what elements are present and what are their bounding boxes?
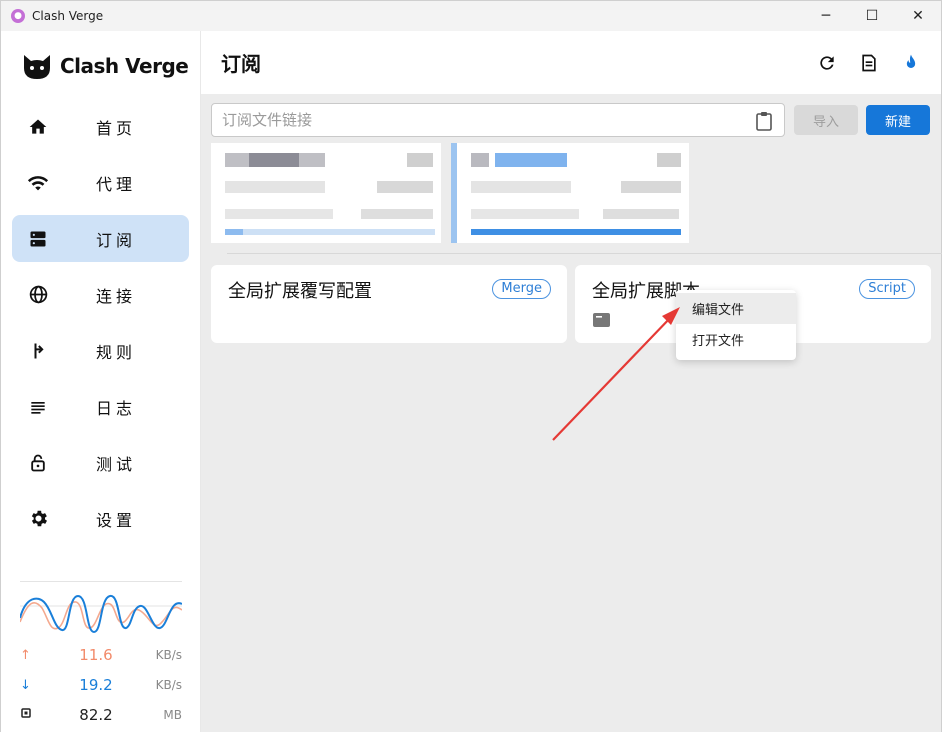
traffic-graph <box>19 594 183 634</box>
app-icon: ● <box>11 9 25 23</box>
fire-icon[interactable] <box>899 51 923 75</box>
sidebar-item-label: 连接 <box>96 286 137 306</box>
header-actions <box>815 51 923 75</box>
memory-row: 82.2 MB <box>20 700 182 730</box>
sidebar-item-label: 规则 <box>96 342 137 362</box>
lock-open-icon <box>26 451 50 475</box>
sidebar-item-proxy[interactable]: 代理 <box>12 159 189 206</box>
download-speed: 19.2 <box>79 676 113 694</box>
document-icon[interactable] <box>857 51 881 75</box>
menu-item-open-file[interactable]: 打开文件 <box>676 324 796 355</box>
section-divider <box>227 253 942 254</box>
minimize-button[interactable]: ─ <box>803 1 849 32</box>
sidebar-item-test[interactable]: 测试 <box>12 439 189 486</box>
upload-unit: KB/s <box>155 648 182 662</box>
sidebar-item-label: 测试 <box>96 454 137 474</box>
sidebar-item-label: 订阅 <box>96 230 137 250</box>
sidebar-item-label: 首页 <box>96 118 137 138</box>
sidebar: Clash Verge 首页 代理 订阅 连接 规则 日志 测试 设置 ↑ 11… <box>0 31 201 732</box>
merge-badge: Merge <box>492 279 551 299</box>
close-button[interactable]: ✕ <box>895 1 941 32</box>
memory-usage: 82.2 <box>79 706 113 724</box>
sidebar-item-settings[interactable]: 设置 <box>12 495 189 542</box>
sidebar-item-label: 日志 <box>96 398 137 418</box>
download-unit: KB/s <box>155 678 182 692</box>
upload-row: ↑ 11.6 KB/s <box>20 640 182 670</box>
arrow-down-icon: ↓ <box>20 677 31 693</box>
logo-text: Clash Verge <box>60 54 189 78</box>
traffic-panel: ↑ 11.6 KB/s ↓ 19.2 KB/s 82.2 MB <box>19 581 183 730</box>
page-title: 订阅 <box>221 52 261 76</box>
clipboard-icon[interactable] <box>755 111 773 131</box>
subscription-url-field <box>211 103 785 137</box>
subscription-card[interactable] <box>211 143 441 243</box>
subscription-toolbar: 导入 新建 <box>211 103 931 137</box>
sidebar-item-label: 设置 <box>96 510 137 530</box>
import-button[interactable]: 导入 <box>794 105 858 135</box>
gear-icon <box>26 507 50 531</box>
dns-icon <box>26 227 50 251</box>
list-lines-icon <box>26 395 50 419</box>
sidebar-item-rules[interactable]: 规则 <box>12 327 189 374</box>
subscription-cards-blurred <box>211 143 691 245</box>
global-merge-card[interactable]: 全局扩展覆写配置 Merge <box>211 265 567 343</box>
download-row: ↓ 19.2 KB/s <box>20 670 182 700</box>
ext-card-title: 全局扩展覆写配置 <box>228 281 372 302</box>
logo: Clash Verge <box>1 31 200 101</box>
subscription-card[interactable] <box>451 143 689 243</box>
subscription-url-input[interactable] <box>212 104 784 136</box>
script-badge: Script <box>859 279 915 299</box>
sidebar-nav: 首页 代理 订阅 连接 规则 日志 测试 设置 <box>1 103 200 542</box>
refresh-icon[interactable] <box>815 51 839 75</box>
new-button[interactable]: 新建 <box>866 105 930 135</box>
window-title: Clash Verge <box>32 9 104 23</box>
fork-arrow-icon <box>26 339 50 363</box>
sidebar-item-logs[interactable]: 日志 <box>12 383 189 430</box>
wifi-icon <box>26 171 50 195</box>
upload-speed: 11.6 <box>79 646 113 664</box>
memory-unit: MB <box>163 708 182 722</box>
maximize-button[interactable]: ☐ <box>849 1 895 32</box>
arrow-up-icon: ↑ <box>20 647 31 663</box>
home-icon <box>26 115 50 139</box>
menu-item-edit-file[interactable]: 编辑文件 <box>676 293 796 324</box>
sidebar-item-label: 代理 <box>96 174 137 194</box>
context-menu: 编辑文件 打开文件 <box>676 290 796 360</box>
window-controls: ─ ☐ ✕ <box>803 1 941 32</box>
main-content: 订阅 导入 新建 <box>201 31 942 732</box>
globe-icon <box>26 283 50 307</box>
page-header: 订阅 <box>201 31 941 94</box>
sidebar-item-connections[interactable]: 连接 <box>12 271 189 318</box>
memory-chip-icon <box>20 707 40 723</box>
file-icon <box>593 313 610 327</box>
sidebar-item-subscriptions[interactable]: 订阅 <box>12 215 189 262</box>
sidebar-item-home[interactable]: 首页 <box>12 103 189 150</box>
title-bar: ● Clash Verge ─ ☐ ✕ <box>0 0 942 31</box>
cat-logo-icon <box>24 55 50 79</box>
